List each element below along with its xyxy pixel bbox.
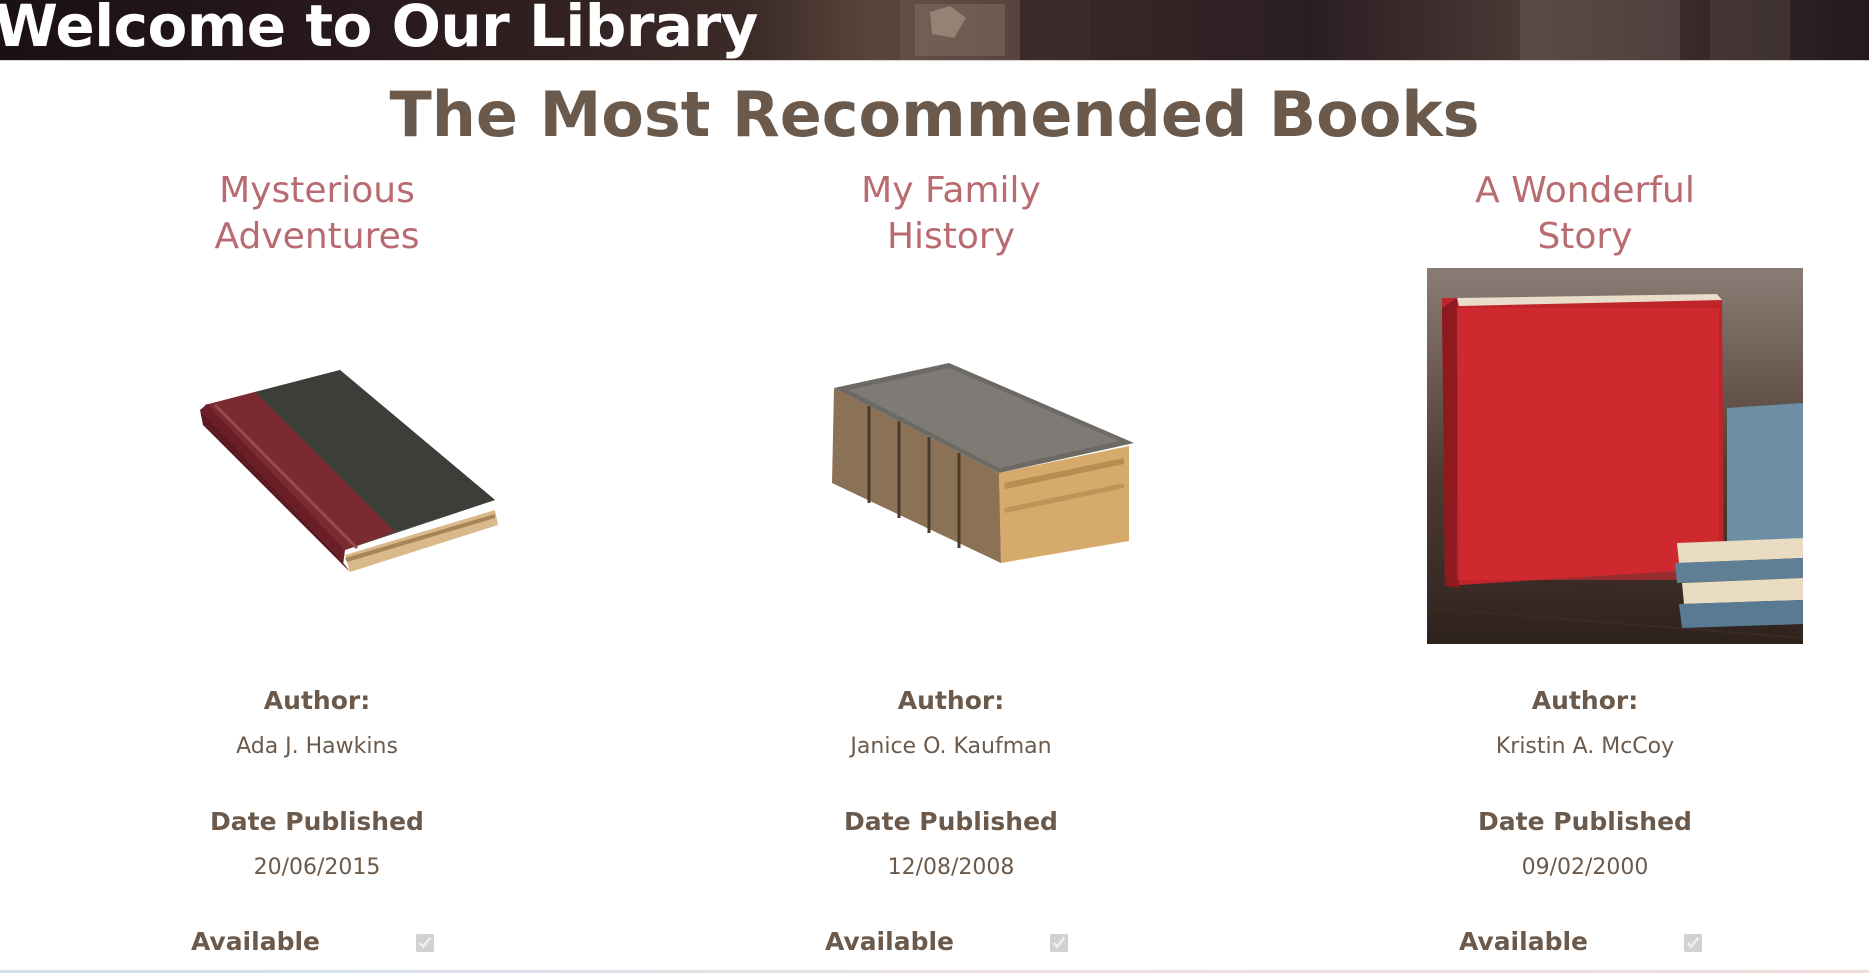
book-title: Mysterious Adventures	[0, 168, 634, 260]
date-published-label: Date Published	[210, 807, 424, 836]
book-title-line: History	[886, 216, 1016, 257]
available-checkbox[interactable]	[416, 934, 434, 952]
available-label: Available	[1458, 927, 1588, 956]
date-published-label: Date Published	[1478, 807, 1692, 836]
book-title-line: My Family	[861, 170, 1041, 211]
available-checkbox[interactable]	[1050, 934, 1068, 952]
available-label: Available	[824, 927, 954, 956]
book-title-line: A Wonderful	[1475, 170, 1695, 211]
book-title-line: Mysterious	[219, 170, 415, 211]
book-title-line: Story	[1537, 216, 1633, 257]
author-name: Ada J. Hawkins	[236, 734, 398, 759]
red-book-photo-image	[1427, 268, 1803, 644]
book-card: My Family History Author: Janice O. Kauf…	[634, 0, 1268, 973]
date-published-value: 09/02/2000	[1521, 855, 1649, 880]
author-label: Author:	[263, 686, 371, 715]
book-card: Mysterious Adventures Author: Ada J. Haw…	[0, 0, 634, 973]
available-label: Available	[190, 927, 320, 956]
book-title: A Wonderful Story	[1268, 168, 1869, 260]
author-name: Kristin A. McCoy	[1495, 734, 1675, 759]
date-published-value: 20/06/2015	[253, 855, 381, 880]
book-card: A Wonderful Story Author: Kristin A. McC…	[1268, 0, 1869, 973]
old-red-book-image	[200, 370, 498, 572]
book-title-line: Adventures	[214, 216, 420, 257]
date-published-label: Date Published	[844, 807, 1058, 836]
availability-row: Available	[1268, 927, 1869, 963]
author-name: Janice O. Kaufman	[850, 734, 1052, 759]
date-published-value: 12/08/2008	[887, 855, 1015, 880]
availability-row: Available	[0, 927, 634, 963]
availability-row: Available	[634, 927, 1268, 963]
book-title: My Family History	[634, 168, 1268, 260]
available-checkbox[interactable]	[1684, 934, 1702, 952]
old-thick-book-image	[832, 363, 1134, 563]
author-label: Author:	[897, 686, 1005, 715]
author-label: Author:	[1531, 686, 1639, 715]
